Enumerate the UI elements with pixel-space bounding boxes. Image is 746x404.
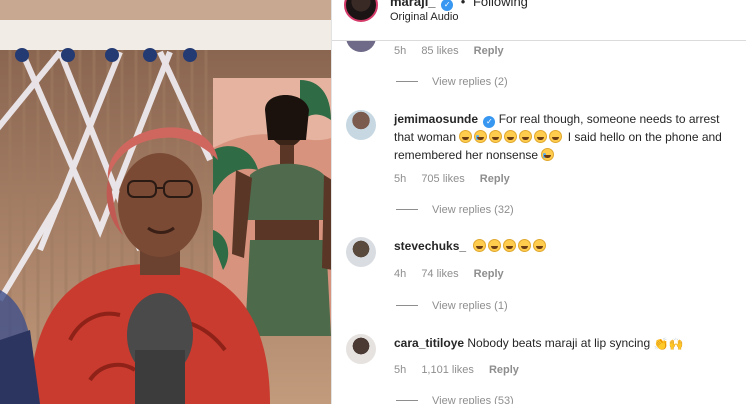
comment-username[interactable]: jemimaosunde — [394, 112, 478, 126]
comment-meta: 4h 74 likes Reply — [394, 268, 516, 280]
clap-icon: 👏 — [653, 337, 669, 351]
reply-button[interactable]: Reply — [474, 268, 504, 280]
divider — [396, 305, 418, 306]
view-replies-label: View replies (2) — [432, 76, 508, 88]
divider — [396, 209, 418, 210]
comment-likes[interactable]: 705 likes — [421, 173, 464, 185]
emoji-cry-icon — [541, 148, 555, 161]
follow-status[interactable]: Following — [473, 0, 528, 9]
comment-likes[interactable]: 74 likes — [421, 268, 458, 280]
comment-meta: 5h 85 likes Reply — [394, 45, 516, 57]
emoji-grin-icon — [489, 130, 503, 143]
emoji-grin-icon — [519, 130, 533, 143]
comment-time: 5h — [394, 45, 407, 57]
emoji-grin-icon — [487, 239, 501, 252]
comment-time: 5h — [394, 173, 407, 185]
view-replies-button[interactable]: View replies (53) — [396, 395, 514, 404]
comment-text: cara_titiloye Nobody beats maraji at lip… — [394, 334, 734, 353]
author-username[interactable]: maraji_ — [390, 0, 436, 9]
comment-avatar[interactable] — [346, 334, 376, 364]
praise-icon: 🙌 — [668, 337, 684, 351]
comment-username[interactable]: cara_titiloye — [394, 336, 464, 350]
comment-likes[interactable]: 1,101 likes — [421, 364, 474, 376]
view-replies-button[interactable]: View replies (32) — [396, 204, 514, 216]
author-avatar[interactable] — [344, 0, 378, 22]
comment-meta: 5h 705 likes Reply — [394, 173, 522, 185]
comment-text: jemimaosunde ✓ For real though, someone … — [394, 110, 734, 164]
video-still-illustration — [0, 0, 331, 404]
comment-time: 4h — [394, 268, 407, 280]
audio-label[interactable]: Original Audio — [390, 11, 459, 23]
comment-time: 5h — [394, 364, 407, 376]
emoji-grin-icon — [459, 130, 473, 143]
reply-button[interactable]: Reply — [489, 364, 519, 376]
view-replies-label: View replies (1) — [432, 300, 508, 312]
view-replies-button[interactable]: View replies (2) — [396, 76, 508, 88]
emoji-grin-icon — [517, 239, 531, 252]
comment-text: stevechuks_ — [394, 237, 734, 255]
reply-button[interactable]: Reply — [474, 45, 504, 57]
separator-dot: • — [460, 0, 466, 9]
emoji-grin-icon — [549, 130, 563, 143]
comment-likes[interactable]: 85 likes — [421, 45, 458, 57]
comment-avatar[interactable] — [346, 110, 376, 140]
verified-icon: ✓ — [441, 0, 454, 11]
comments-panel: maraji_ ✓ • Following Original Audio 5h … — [331, 0, 746, 404]
reply-button[interactable]: Reply — [480, 173, 510, 185]
divider — [396, 400, 418, 401]
emoji-grin-icon — [504, 130, 518, 143]
comment-avatar[interactable] — [346, 237, 376, 267]
comment-text: Nobody beats maraji at lip syncing — [467, 336, 651, 350]
comment-meta: 5h 1,101 likes Reply — [394, 364, 531, 376]
divider — [396, 81, 418, 82]
view-replies-button[interactable]: View replies (1) — [396, 300, 508, 312]
emoji-grin-icon — [534, 130, 548, 143]
verified-icon: ✓ — [483, 116, 496, 128]
emoji-grin-icon — [472, 239, 486, 252]
emoji-grin-icon — [502, 239, 516, 252]
post-header: maraji_ ✓ • Following Original Audio — [332, 0, 746, 41]
emoji-grin-icon — [532, 239, 546, 252]
view-replies-label: View replies (53) — [432, 395, 514, 404]
emoji-cry-icon — [474, 130, 488, 143]
video-frame[interactable] — [0, 0, 331, 404]
comment-username[interactable]: stevechuks_ — [394, 239, 466, 253]
view-replies-label: View replies (32) — [432, 204, 514, 216]
